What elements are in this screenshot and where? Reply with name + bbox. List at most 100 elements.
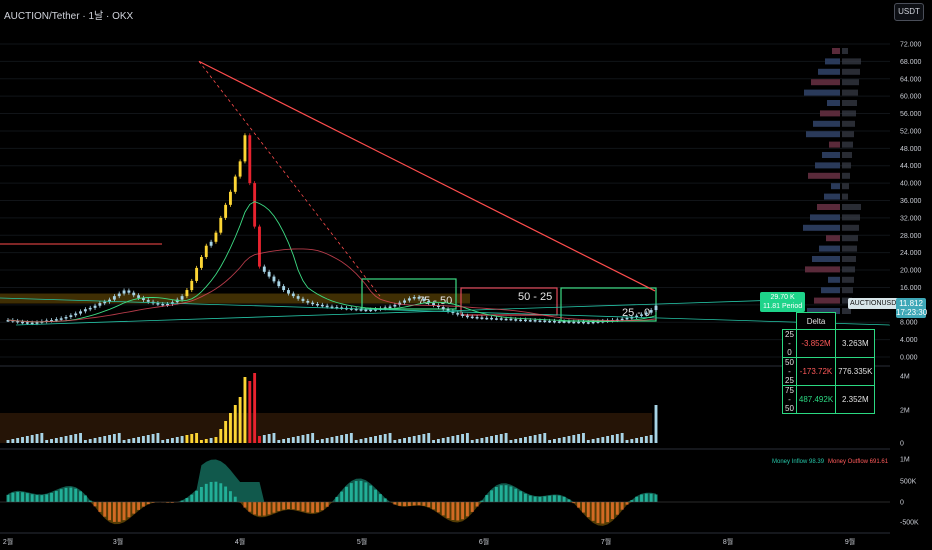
volume-bar	[519, 438, 523, 443]
y-tick-label: 68.000	[900, 59, 922, 66]
volume-bar	[504, 433, 508, 443]
candle	[359, 309, 363, 311]
volume-bar	[582, 433, 585, 443]
profile-bar	[806, 131, 840, 138]
volume-bar	[606, 436, 610, 443]
candle	[267, 271, 271, 277]
profile-bar	[842, 141, 853, 148]
volume-bar	[79, 433, 82, 443]
candle	[490, 317, 494, 320]
volume-bar	[644, 436, 648, 443]
volume-bar	[640, 437, 643, 443]
candle	[364, 309, 368, 312]
volume-tick-label: 4M	[900, 374, 910, 381]
volume-bar	[441, 438, 445, 443]
volume-bar	[591, 439, 595, 443]
vpd-period: 11.81 Period	[763, 303, 803, 310]
profile-bar	[804, 89, 840, 96]
candle	[301, 298, 305, 301]
profile-bar	[815, 162, 840, 169]
candle	[54, 319, 58, 321]
volume-bar	[54, 438, 58, 443]
delta-volume: 2.352M	[835, 385, 876, 414]
profile-bar	[842, 89, 858, 96]
candle	[233, 176, 237, 192]
candle	[30, 322, 34, 325]
volume-bar	[345, 434, 348, 443]
volume-bar	[93, 438, 97, 443]
volume-bar	[577, 434, 581, 443]
volume-bar	[301, 435, 305, 443]
profile-bar	[821, 287, 840, 294]
profile-bar	[842, 162, 851, 169]
volume-bar	[117, 433, 121, 443]
candle	[553, 320, 556, 323]
profile-bar	[824, 193, 840, 200]
candle	[519, 319, 523, 322]
candle	[214, 232, 218, 242]
volume-tick-label: 2M	[900, 408, 910, 415]
delta-range: 50 - 25	[782, 357, 797, 386]
volume-bar	[122, 440, 126, 443]
x-tick-label: 2월	[3, 537, 13, 546]
candle	[407, 298, 411, 301]
candle	[533, 320, 537, 322]
volume-bar	[195, 433, 199, 443]
candle	[199, 257, 203, 268]
y-tick-label: 72.000	[900, 42, 922, 49]
last-price: 11.812	[899, 299, 923, 308]
volume-bar	[277, 440, 281, 443]
candle	[393, 304, 397, 307]
delta-value: 487.492K	[795, 385, 837, 414]
candle	[224, 204, 228, 218]
volume-tick-label: 0	[900, 441, 904, 448]
volume-bar	[359, 439, 363, 443]
candle	[35, 322, 39, 324]
volume-bar	[151, 434, 155, 443]
candle	[480, 317, 484, 319]
candle	[543, 320, 547, 322]
candle	[127, 290, 131, 293]
price-chart[interactable]: 75 - 50 50 - 2525 - 0 72.00068.00064.0006…	[0, 0, 932, 550]
profile-bar	[842, 100, 857, 106]
volume-bar	[287, 438, 290, 443]
profile-bar	[842, 152, 852, 158]
volume-bar	[427, 433, 431, 443]
volume-bar	[422, 434, 426, 443]
profile-bar	[842, 204, 861, 210]
currency-button[interactable]: USDT	[894, 3, 924, 21]
volume-bar	[475, 439, 479, 443]
volume-bar	[209, 438, 213, 443]
candle	[412, 297, 416, 299]
y-tick-label: 32.000	[900, 215, 922, 222]
delta-value: -3.852M	[795, 329, 837, 358]
volume-bar	[620, 433, 624, 443]
candle	[209, 241, 213, 246]
candle	[306, 300, 310, 303]
candle	[528, 320, 532, 322]
volume-bar	[436, 439, 440, 443]
x-tick-label: 6월	[479, 537, 489, 546]
profile-bar	[828, 276, 840, 283]
profile-bar	[842, 256, 856, 262]
volume-bar	[543, 433, 547, 443]
y-tick-label: 64.000	[900, 76, 922, 83]
mfi-tick-label: 500K	[900, 479, 917, 486]
candle	[465, 315, 469, 318]
volume-bar	[407, 437, 411, 443]
x-tick-label: 7월	[601, 537, 611, 546]
volume-bar	[248, 381, 252, 443]
volume-bar	[83, 440, 87, 443]
candle	[229, 191, 232, 205]
candle	[582, 321, 585, 324]
volume-bar	[180, 436, 184, 443]
x-tick-label: 8월	[723, 537, 733, 546]
chart-title: AUCTION/Tether · 1날 · OKX	[4, 11, 134, 22]
candle	[180, 296, 184, 300]
volume-bar	[156, 433, 160, 443]
delta-range: 25 - 0	[782, 329, 797, 358]
profile-bar	[842, 120, 855, 127]
volume-bar	[364, 438, 368, 443]
volume-bar	[103, 436, 107, 443]
profile-bar	[829, 141, 840, 148]
